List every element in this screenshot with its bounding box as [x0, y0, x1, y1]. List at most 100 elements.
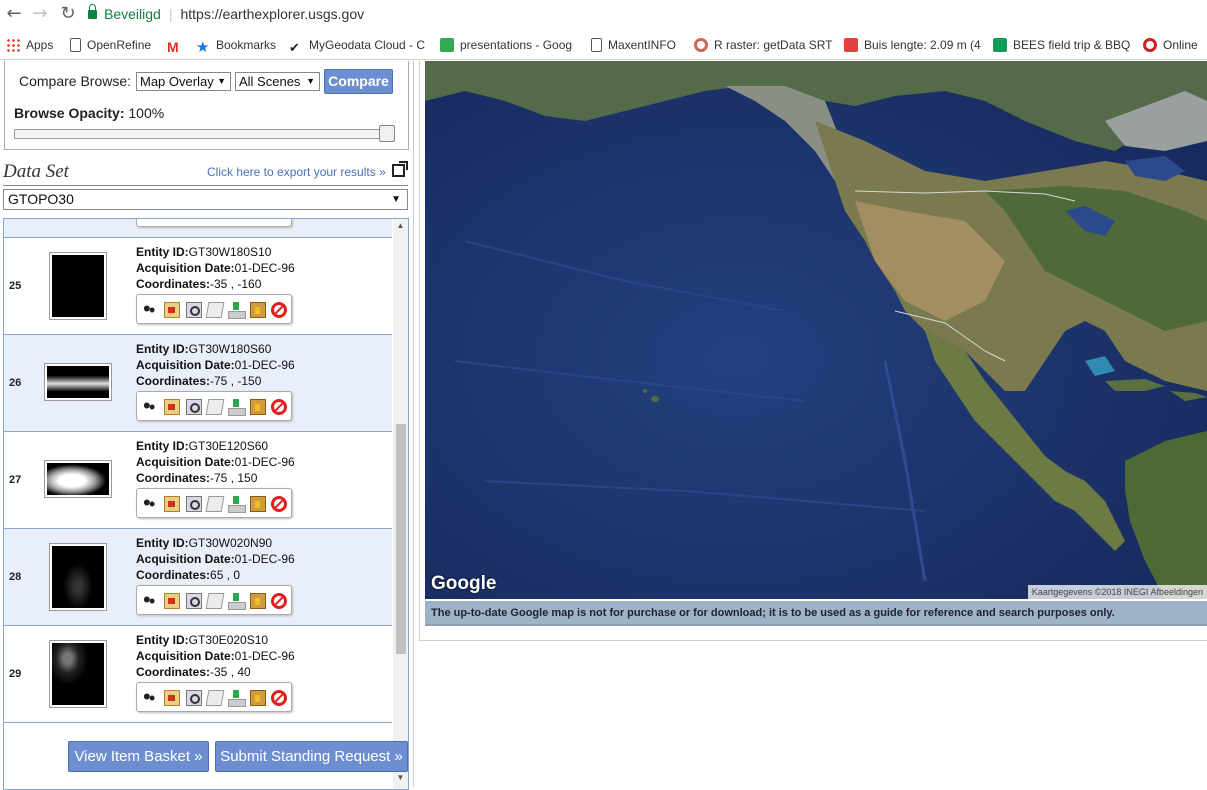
view-item-basket-button[interactable]: View Item Basket » — [68, 741, 209, 772]
metadata-icon[interactable] — [164, 302, 180, 318]
browse-thumbnail[interactable] — [49, 543, 107, 611]
order-scene-icon[interactable] — [205, 593, 225, 609]
bookmark-label: BEES field trip & BBQ — [1013, 38, 1131, 52]
footprint-icon[interactable] — [143, 490, 159, 516]
coordinates: Coordinates:65 , 0 — [136, 568, 241, 582]
bulk-download-icon[interactable] — [250, 690, 266, 706]
row-toolbar — [136, 294, 292, 324]
list-item: 28 Entity ID:GT30W020N90 Acquisition Date:… — [4, 529, 392, 626]
order-scene-icon[interactable] — [205, 302, 225, 318]
browse-overlay-icon[interactable] — [186, 302, 202, 318]
bookmark-item[interactable]: ★ Bookmarks — [196, 37, 286, 53]
export-results-link[interactable]: Click here to export your results » — [207, 165, 386, 179]
result-number: 25 — [9, 280, 22, 292]
download-icon[interactable] — [228, 302, 246, 319]
result-number: 27 — [9, 474, 22, 486]
browse-thumbnail[interactable] — [49, 640, 107, 708]
coordinates: Coordinates:-75 , 150 — [136, 471, 258, 485]
download-icon[interactable] — [228, 690, 246, 707]
exclude-scene-icon[interactable] — [271, 690, 287, 706]
scrollbar-thumb[interactable] — [396, 424, 406, 654]
bookmark-item[interactable]: MaxentINFO — [591, 37, 686, 53]
results-scrollbar[interactable]: ▲ ▼ — [393, 219, 408, 789]
result-number: 28 — [9, 571, 22, 583]
bulk-download-icon[interactable] — [250, 399, 266, 415]
bulk-download-icon[interactable] — [250, 302, 266, 318]
sheets-icon — [993, 38, 1007, 52]
bookmark-item[interactable]: M — [167, 37, 187, 53]
bookmark-item[interactable]: Buis lengte: 2.09 m (4 — [844, 37, 984, 53]
browse-overlay-icon[interactable] — [186, 593, 202, 609]
exclude-scene-icon[interactable] — [271, 399, 287, 415]
footprint-icon[interactable] — [143, 684, 159, 710]
bookmark-item[interactable]: Online — [1143, 37, 1207, 53]
map-attribution[interactable]: Kaartgegevens ©2018 INEGI Afbeeldingen — [1027, 585, 1207, 599]
browse-thumbnail[interactable] — [44, 363, 112, 401]
opera-icon — [1143, 38, 1157, 52]
map-view[interactable]: Google Kaartgegevens ©2018 INEGI Afbeeld… — [425, 61, 1207, 599]
bookmark-item[interactable]: ✔ MyGeodata Cloud - C — [289, 37, 429, 53]
submit-standing-request-button[interactable]: Submit Standing Request » — [215, 741, 408, 772]
bookmark-label: MaxentINFO — [608, 38, 677, 52]
scenes-select[interactable]: All Scenes ▼ — [235, 72, 320, 91]
dataset-select[interactable]: GTOPO30 ▼ — [3, 189, 408, 210]
order-scene-icon[interactable] — [205, 496, 225, 512]
footprint-icon[interactable] — [143, 587, 159, 613]
browse-thumbnail[interactable] — [44, 460, 112, 498]
bulk-download-icon[interactable] — [250, 496, 266, 512]
order-scene-icon[interactable] — [205, 399, 225, 415]
google-logo: Google — [431, 573, 497, 594]
browse-thumbnail[interactable] — [49, 252, 107, 320]
metadata-icon[interactable] — [164, 690, 180, 706]
compare-button[interactable]: Compare — [324, 69, 393, 94]
bookmark-label: Online — [1163, 38, 1198, 52]
exclude-scene-icon[interactable] — [271, 496, 287, 512]
opacity-slider[interactable] — [14, 125, 395, 142]
scroll-down-icon[interactable]: ▼ — [393, 773, 408, 787]
back-icon[interactable]: ← — [3, 3, 25, 25]
entity-id: Entity ID:GT30E020S10 — [136, 633, 269, 647]
metadata-icon[interactable] — [164, 399, 180, 415]
footprint-icon[interactable] — [143, 296, 159, 322]
download-icon[interactable] — [228, 399, 246, 416]
scroll-up-icon[interactable]: ▲ — [393, 221, 408, 235]
browse-overlay-icon[interactable] — [186, 399, 202, 415]
external-link-icon[interactable] — [392, 161, 408, 177]
url-bar[interactable]: Beveiligd | https://earthexplorer.usgs.gov — [88, 2, 1188, 26]
bookmark-item[interactable]: R raster: getData SRT — [694, 37, 834, 53]
acquisition-date: Acquisition Date:01-DEC-96 — [136, 455, 295, 469]
order-scene-icon[interactable] — [205, 690, 225, 706]
exclude-scene-icon[interactable] — [271, 593, 287, 609]
forward-icon[interactable]: → — [29, 3, 51, 25]
coordinates: Coordinates:-35 , 40 — [136, 665, 251, 679]
acquisition-date: Acquisition Date:01-DEC-96 — [136, 358, 295, 372]
bookmark-item[interactable]: Apps — [6, 37, 66, 53]
reload-icon[interactable]: ↻ — [57, 3, 79, 25]
bookmark-item[interactable]: OpenRefine — [70, 37, 165, 53]
gmail-icon: M — [167, 39, 179, 53]
list-item: 29 Entity ID:GT30E020S10 Acquisition Date:… — [4, 626, 392, 723]
bookmark-label: R raster: getData SRT — [714, 38, 833, 52]
metadata-icon[interactable] — [164, 496, 180, 512]
metadata-icon[interactable] — [164, 593, 180, 609]
results-list: 25 Entity ID:GT30W180S10 Acquisition Date:… — [3, 218, 409, 790]
download-icon[interactable] — [228, 593, 246, 610]
acquisition-date: Acquisition Date:01-DEC-96 — [136, 552, 295, 566]
opacity-slider-handle[interactable] — [379, 125, 395, 142]
left-panel: Compare Browse: Map Overlay ▼ All Scenes ▼… — [0, 61, 414, 790]
row-toolbar — [136, 488, 292, 518]
browse-overlay-icon[interactable] — [186, 496, 202, 512]
check-icon: ✔ — [289, 40, 300, 54]
browse-overlay-icon[interactable] — [186, 690, 202, 706]
bulk-download-icon[interactable] — [250, 593, 266, 609]
bookmark-item[interactable]: presentations - Goog — [440, 37, 580, 53]
r-icon — [694, 38, 708, 52]
overlay-select[interactable]: Map Overlay ▼ — [136, 72, 231, 91]
bookmark-item[interactable]: BEES field trip & BBQ — [993, 37, 1133, 53]
exclude-scene-icon[interactable] — [271, 302, 287, 318]
row-toolbar — [136, 219, 292, 227]
download-icon[interactable] — [228, 496, 246, 513]
result-metadata: Entity ID:GT30W180S10 Acquisition Date:01… — [136, 244, 295, 292]
entity-id: Entity ID:GT30W180S10 — [136, 245, 272, 259]
footprint-icon[interactable] — [143, 393, 159, 419]
